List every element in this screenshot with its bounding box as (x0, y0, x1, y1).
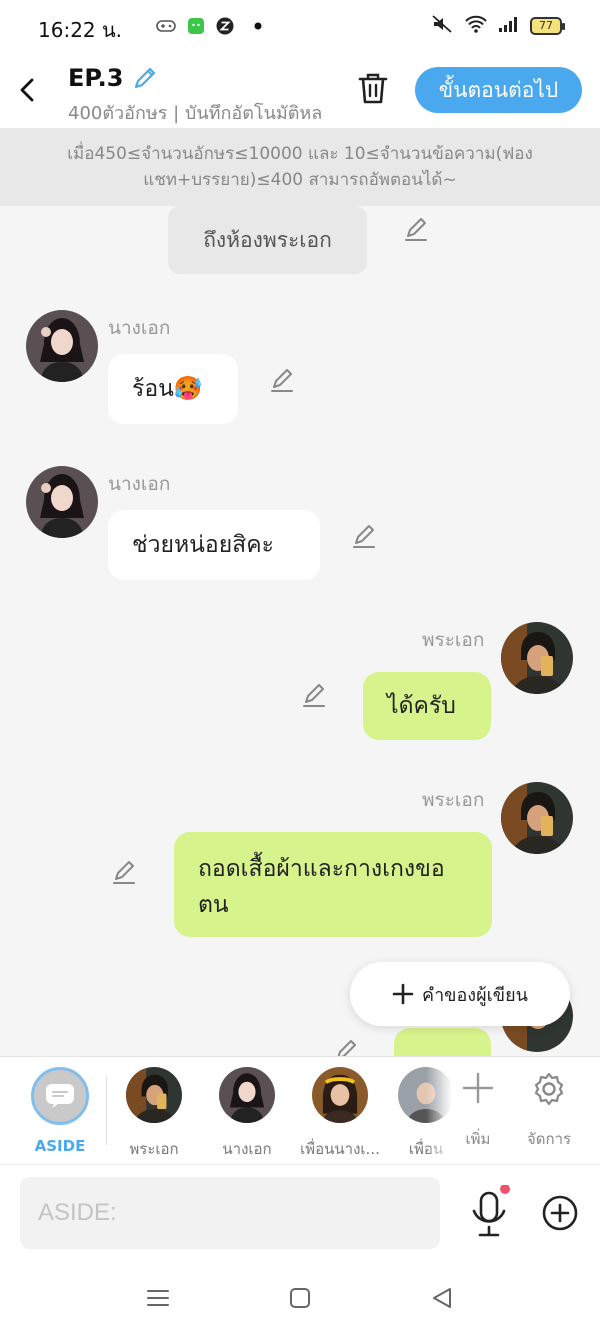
signal-icon (498, 15, 520, 37)
character-heroine-friend[interactable]: เพื่อนนางเ... (294, 1067, 386, 1161)
edit-pencil-icon[interactable] (110, 859, 138, 887)
divider (106, 1077, 107, 1145)
sender-name: พระเอก (422, 789, 485, 811)
character-name: พระเอก (129, 1140, 179, 1158)
edit-title-pencil-icon[interactable] (131, 64, 159, 92)
status-bar: 16:22 น. 77 (0, 0, 600, 52)
status-right-icons: 77 (430, 14, 565, 38)
edit-pencil-icon[interactable] (268, 367, 296, 395)
avatar-hero (126, 1067, 182, 1123)
episode-title-row[interactable]: EP.3 (68, 64, 159, 92)
add-circle-icon (542, 1195, 578, 1231)
requirements-notice: เมื่อ450≤จำนวนอักษร≤10000 และ 10≤จำนวนข้… (0, 128, 600, 206)
avatar-hero[interactable] (501, 782, 573, 854)
sender-name: นางเอก (108, 473, 171, 495)
chevron-left-icon (20, 78, 34, 102)
chat-bubble-left[interactable]: ช่วยหน่อยสิคะ (108, 510, 320, 580)
chat-area[interactable]: ถึงห้องพระเอก นางเอก ร้อน🥵 นางเอก ช่วยหน… (0, 206, 600, 1056)
menu-icon[interactable] (144, 1284, 172, 1312)
status-time: 16:22 น. (38, 18, 123, 42)
avatar-heroine (219, 1067, 275, 1123)
message-input[interactable] (20, 1177, 440, 1249)
game-controller-icon (156, 16, 176, 36)
gear-icon (534, 1072, 564, 1106)
narration-bubble[interactable]: ถึงห้องพระเอก (168, 206, 367, 274)
back-button[interactable] (14, 72, 42, 108)
edit-pencil-icon[interactable] (402, 216, 430, 244)
author-note-label: คำของผู้เขียน (422, 984, 528, 1006)
silent-icon (430, 14, 454, 38)
episode-subtitle: 400ตัวอักษร | บันทึกอัตโนมัติหล (68, 103, 323, 124)
author-note-button[interactable]: คำของผู้เขียน (350, 962, 570, 1026)
voice-input-button[interactable] (468, 1184, 512, 1241)
chat-bubble-right[interactable]: ได้ครับ (363, 672, 491, 740)
add-label: เพิ่ม (465, 1130, 491, 1148)
chat-bubble-right-partial[interactable] (394, 1028, 491, 1056)
character-name: ASIDE (34, 1137, 86, 1155)
delete-button[interactable] (356, 70, 390, 106)
chat-bubble-left[interactable]: ร้อน🥵 (108, 354, 238, 424)
manage-label: จัดการ (526, 1130, 572, 1148)
plus-icon (462, 1072, 494, 1104)
avatar-heroine[interactable] (26, 310, 98, 382)
input-bar (0, 1164, 600, 1260)
back-triangle-icon[interactable] (428, 1284, 456, 1312)
avatar-heroine-friend (312, 1067, 368, 1123)
add-character-button[interactable]: เพิ่ม (448, 1071, 508, 1151)
avatar-hero[interactable] (501, 622, 573, 694)
dot-icon (248, 16, 268, 36)
system-nav-bar (0, 1260, 600, 1333)
plus-icon (392, 983, 414, 1005)
home-icon[interactable] (286, 1284, 314, 1312)
sender-name: พระเอก (422, 629, 485, 651)
microphone-icon (472, 1184, 510, 1237)
character-selector: ASIDE พระเอก นางเอก เพื่อนนางเ... เพื่อน… (0, 1056, 600, 1164)
app-notification-icon (186, 16, 206, 36)
z-app-icon (215, 16, 235, 36)
character-hero[interactable]: พระเอก (108, 1067, 200, 1161)
character-aside[interactable]: ASIDE (14, 1067, 106, 1155)
manage-button[interactable]: จัดการ (518, 1071, 580, 1151)
episode-title: EP.3 (68, 64, 124, 92)
more-options-button[interactable] (538, 1191, 582, 1235)
character-name: นางเอก (222, 1140, 272, 1158)
edit-pencil-icon[interactable] (350, 523, 378, 551)
edit-pencil-icon[interactable] (332, 1038, 360, 1056)
chat-bubble-right[interactable]: ถอดเสื้อผ้าและกางเกงขอตน (174, 832, 492, 937)
trash-icon (358, 73, 388, 104)
sender-name: นางเอก (108, 317, 171, 339)
edit-pencil-icon[interactable] (300, 682, 328, 710)
editor-header: EP.3 400ตัวอักษร | บันทึกอัตโนมัติหล ขั้… (0, 52, 600, 128)
chat-bubble-icon (31, 1067, 89, 1125)
battery-icon: 77 (530, 17, 565, 35)
next-step-button[interactable]: ขั้นตอนต่อไป (415, 67, 582, 113)
character-heroine[interactable]: นางเอก (201, 1067, 293, 1161)
character-name: เพื่อนนางเ... (300, 1140, 380, 1158)
avatar-heroine[interactable] (26, 466, 98, 538)
wifi-icon (464, 14, 488, 38)
